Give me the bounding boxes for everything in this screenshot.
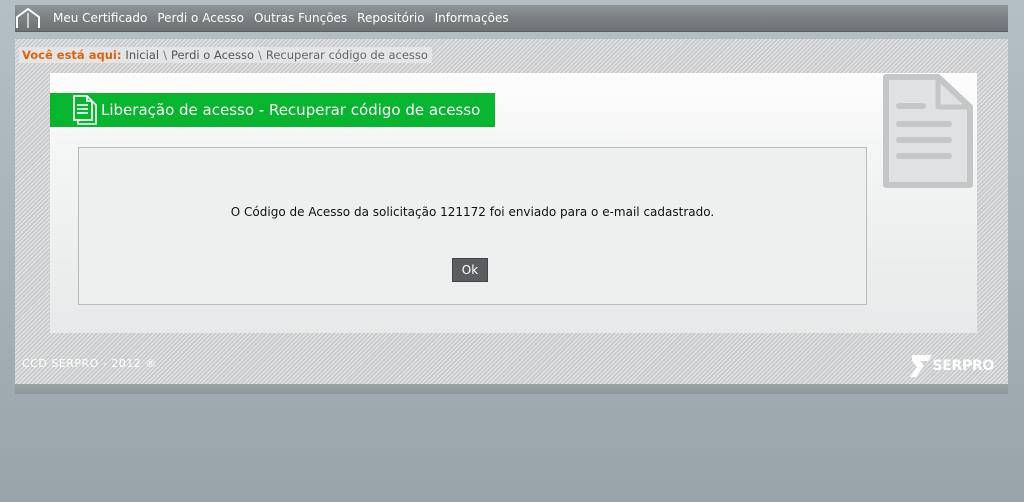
top-navigation: Meu Certificado Perdi o Acesso Outras Fu… xyxy=(15,5,1008,32)
document-watermark-icon xyxy=(878,73,978,191)
page-title-bar: Liberação de acesso - Recuperar código d… xyxy=(50,93,495,127)
ok-button[interactable]: Ok xyxy=(452,258,488,282)
nav-informacoes[interactable]: Informações xyxy=(435,11,509,25)
serpro-logo: SERPRO xyxy=(908,352,994,380)
nav-perdi-o-acesso[interactable]: Perdi o Acesso xyxy=(157,11,244,25)
breadcrumb-separator: \ xyxy=(163,48,167,62)
breadcrumb: Você está aqui: Inicial \ Perdi o Acesso… xyxy=(19,47,432,63)
nav-outras-funcoes[interactable]: Outras Funções xyxy=(254,11,347,25)
breadcrumb-item-inicial[interactable]: Inicial xyxy=(125,48,159,62)
nav-meu-certificado[interactable]: Meu Certificado xyxy=(53,11,147,25)
serpro-logo-icon xyxy=(910,355,933,377)
home-icon[interactable] xyxy=(13,5,43,31)
breadcrumb-item-current: Recuperar código de acesso xyxy=(265,48,428,62)
footer-copyright: CCD SERPRO - 2012 ® xyxy=(22,357,157,370)
content-frame: Você está aqui: Inicial \ Perdi o Acesso… xyxy=(15,39,1008,394)
nav-repositorio[interactable]: Repositório xyxy=(357,11,424,25)
breadcrumb-separator: \ xyxy=(258,48,262,62)
serpro-logo-text: SERPRO xyxy=(932,358,994,374)
bottom-strip xyxy=(15,384,1008,394)
confirmation-message: O Código de Acesso da solicitação 121172… xyxy=(230,205,715,219)
breadcrumb-item-perdi-o-acesso[interactable]: Perdi o Acesso xyxy=(171,48,254,62)
breadcrumb-label: Você está aqui: xyxy=(22,48,122,62)
document-icon xyxy=(72,95,98,125)
footer: CCD SERPRO - 2012 ® SERPRO xyxy=(15,348,1008,384)
message-box: O Código de Acesso da solicitação 121172… xyxy=(78,147,867,305)
page-title: Liberação de acesso - Recuperar código d… xyxy=(101,101,481,119)
main-panel: Liberação de acesso - Recuperar código d… xyxy=(50,73,977,333)
